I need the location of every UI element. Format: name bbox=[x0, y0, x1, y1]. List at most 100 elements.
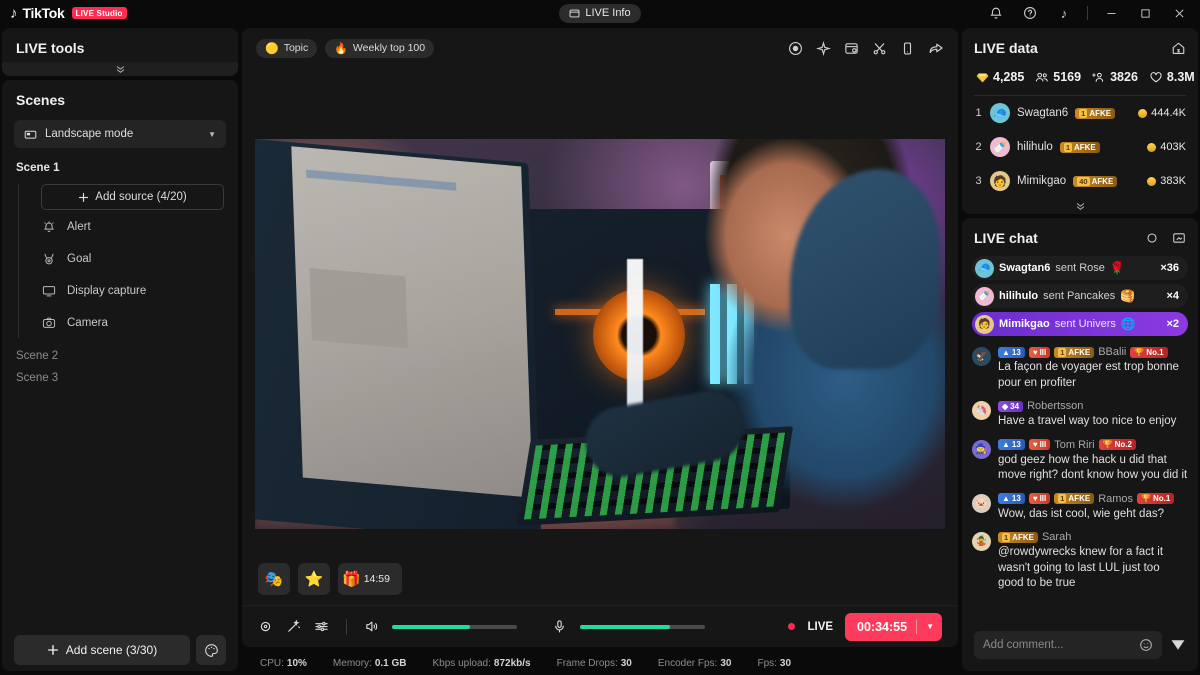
display-capture-icon bbox=[41, 283, 57, 299]
live-info-button[interactable]: LIVE Info bbox=[559, 3, 641, 23]
speaker-volume-slider[interactable] bbox=[392, 624, 517, 629]
palette-icon[interactable] bbox=[196, 635, 226, 665]
source-label: Goal bbox=[67, 253, 92, 265]
tiktok-icon[interactable]: ♪ bbox=[1047, 0, 1081, 26]
add-source-button[interactable]: Add source (4/20) bbox=[41, 184, 224, 210]
gift-username: Swagtan6 bbox=[999, 262, 1051, 274]
chat-message: 🧙 ▲ 13 ♥ III Tom Riri 🏆 No.2 god geez how t… bbox=[972, 439, 1188, 484]
stat-followers: 3826 bbox=[1092, 70, 1138, 84]
live-tools-collapse[interactable] bbox=[2, 62, 238, 76]
help-icon[interactable] bbox=[1013, 0, 1047, 26]
live-info-icon bbox=[569, 8, 580, 19]
coin-icon bbox=[1147, 176, 1157, 186]
live-tools-panel: LIVE tools bbox=[2, 28, 238, 76]
gift-icon: 🌐 bbox=[1120, 317, 1136, 331]
source-thumb-timer: 14:59 bbox=[363, 573, 390, 585]
brand-name: TikTok bbox=[22, 5, 65, 21]
send-icon[interactable] bbox=[1170, 637, 1186, 653]
live-controls-group: LIVE 00:34:55 ▼ bbox=[788, 612, 942, 641]
bell-icon[interactable] bbox=[979, 0, 1013, 26]
rank-number: 2 bbox=[975, 141, 982, 153]
layout-mode-select[interactable]: Landscape mode ▼ bbox=[14, 120, 226, 148]
rank-badge: 🏆 No.1 bbox=[1130, 346, 1168, 358]
message-username: Robertsson bbox=[1027, 400, 1084, 413]
gift-username: Mimikgao bbox=[999, 318, 1050, 330]
ranking-row[interactable]: 3 🧑 Mimikgao 40 AFKE 383K bbox=[974, 164, 1186, 198]
screenshot-icon[interactable] bbox=[844, 41, 859, 56]
effects-sparkle-icon[interactable] bbox=[816, 40, 831, 56]
scene-3-label[interactable]: Scene 3 bbox=[2, 372, 238, 384]
topic-chip[interactable]: 🟡 Topic bbox=[256, 38, 318, 58]
right-sidebar: LIVE data 4,285 5169 3826 8.3M 1 🧢 Swagt… bbox=[960, 26, 1200, 675]
tiktok-note-icon: ♪ bbox=[10, 4, 18, 22]
chevron-down-icon: ▼ bbox=[208, 129, 216, 139]
scene-monitor-screen bbox=[291, 145, 533, 498]
alert-bell-icon bbox=[41, 219, 57, 235]
maximize-button[interactable] bbox=[1128, 0, 1162, 26]
settings-ring-icon[interactable] bbox=[1145, 231, 1159, 245]
message-text: Have a travel way too nice to enjoy bbox=[998, 415, 1177, 428]
layout-mode-label: Landscape mode bbox=[45, 128, 134, 140]
mic-volume-fill bbox=[580, 624, 670, 629]
source-label: Display capture bbox=[67, 285, 147, 297]
controls-divider bbox=[346, 618, 347, 635]
brand-logo: ♪ TikTok LIVE Studio bbox=[10, 5, 127, 21]
share-icon[interactable] bbox=[928, 40, 944, 56]
message-body: ▲ 13 ♥ III Tom Riri 🏆 No.2 god geez how the… bbox=[998, 439, 1188, 484]
stage-panel: 🟡 Topic 🔥 Weekly top 100 🎭 ⭐ 🎁 14:59 LIV… bbox=[242, 28, 958, 647]
microphone-icon[interactable] bbox=[552, 619, 567, 634]
titlebar-divider bbox=[1087, 6, 1088, 20]
source-item-goal[interactable]: Goal bbox=[41, 244, 238, 274]
minimize-button[interactable] bbox=[1094, 0, 1128, 26]
preview-wrapper bbox=[242, 62, 958, 605]
gift-item[interactable]: 🍼 hilihulo sent Pancakes 🥞 ×4 bbox=[972, 284, 1188, 308]
source-thumb-gift[interactable]: 🎁 14:59 bbox=[338, 563, 402, 595]
live-data-panel: LIVE data 4,285 5169 3826 8.3M 1 🧢 Swagt… bbox=[962, 28, 1198, 214]
badge-level: 40 bbox=[1077, 176, 1090, 186]
stage-source-thumbnails: 🎭 ⭐ 🎁 14:59 bbox=[258, 563, 402, 595]
source-thumb-mask[interactable]: 🎭 bbox=[258, 563, 290, 595]
app-root: ♪ TikTok LIVE Studio LIVE Info ♪ LIVE to… bbox=[0, 0, 1200, 675]
chat-message: 🐷 ▲ 13 ♥ III 1 AFKE Ramos 🏆 No.1 Wow, das is… bbox=[972, 493, 1188, 523]
live-data-collapse[interactable] bbox=[974, 198, 1186, 214]
scenes-spacer bbox=[2, 394, 238, 635]
mic-volume-slider[interactable] bbox=[580, 624, 705, 629]
source-item-alert[interactable]: Alert bbox=[41, 212, 238, 242]
gift-item-highlighted[interactable]: 🧑 Mimikgao sent Univers 🌐 ×2 bbox=[972, 312, 1188, 336]
emoji-icon[interactable] bbox=[1139, 638, 1153, 652]
add-scene-button[interactable]: Add scene (3/30) bbox=[14, 635, 190, 665]
scene-2-label[interactable]: Scene 2 bbox=[2, 350, 238, 362]
mobile-icon[interactable] bbox=[900, 41, 915, 56]
live-status-dot bbox=[788, 623, 796, 630]
house-icon[interactable] bbox=[1171, 41, 1186, 56]
scene-1-label[interactable]: Scene 1 bbox=[2, 162, 238, 174]
audio-mixer-icon[interactable] bbox=[314, 619, 329, 634]
badge-level: 1 bbox=[1063, 142, 1072, 152]
ranking-row[interactable]: 1 🧢 Swagtan6 1 AFKE 444.4K bbox=[974, 96, 1186, 130]
rank-number: 1 bbox=[975, 107, 982, 119]
scissors-icon[interactable] bbox=[872, 41, 887, 56]
status-memory: Memory: 0.1 GB bbox=[332, 657, 407, 669]
weekly-top-chip[interactable]: 🔥 Weekly top 100 bbox=[325, 38, 435, 58]
heart-badge: ♥ III bbox=[1028, 493, 1051, 505]
add-scene-row: Add scene (3/30) bbox=[2, 635, 238, 671]
comment-input[interactable]: Add comment... bbox=[974, 631, 1162, 659]
chevron-down-icon[interactable]: ▼ bbox=[926, 622, 934, 631]
record-icon[interactable] bbox=[788, 41, 803, 56]
stream-timer-button[interactable]: 00:34:55 ▼ bbox=[845, 612, 942, 641]
chat-messages[interactable]: 🦅 ▲ 13 ♥ III 1 AFKE BBalii 🏆 No.1 La façon d… bbox=[962, 336, 1198, 621]
popout-icon[interactable] bbox=[1172, 231, 1186, 245]
source-item-display-capture[interactable]: Display capture bbox=[41, 276, 238, 306]
close-button[interactable] bbox=[1162, 0, 1196, 26]
source-thumb-star[interactable]: ⭐ bbox=[298, 563, 330, 595]
ranking-row[interactable]: 2 🍼 hilihulo 1 AFKE 403K bbox=[974, 130, 1186, 164]
avatar: 🍼 bbox=[990, 137, 1010, 157]
gear-icon[interactable] bbox=[258, 619, 273, 634]
source-item-camera[interactable]: Camera bbox=[41, 308, 238, 338]
video-preview[interactable] bbox=[255, 138, 945, 529]
magic-wand-icon[interactable] bbox=[286, 619, 301, 634]
badge-text: AFKE bbox=[1091, 176, 1114, 186]
message-text: @rowdywrecks knew for a fact it wasn't g… bbox=[998, 546, 1164, 590]
speaker-icon[interactable] bbox=[364, 619, 379, 634]
gift-item[interactable]: 🧢 Swagtan6 sent Rose 🌹 ×36 bbox=[972, 256, 1188, 280]
